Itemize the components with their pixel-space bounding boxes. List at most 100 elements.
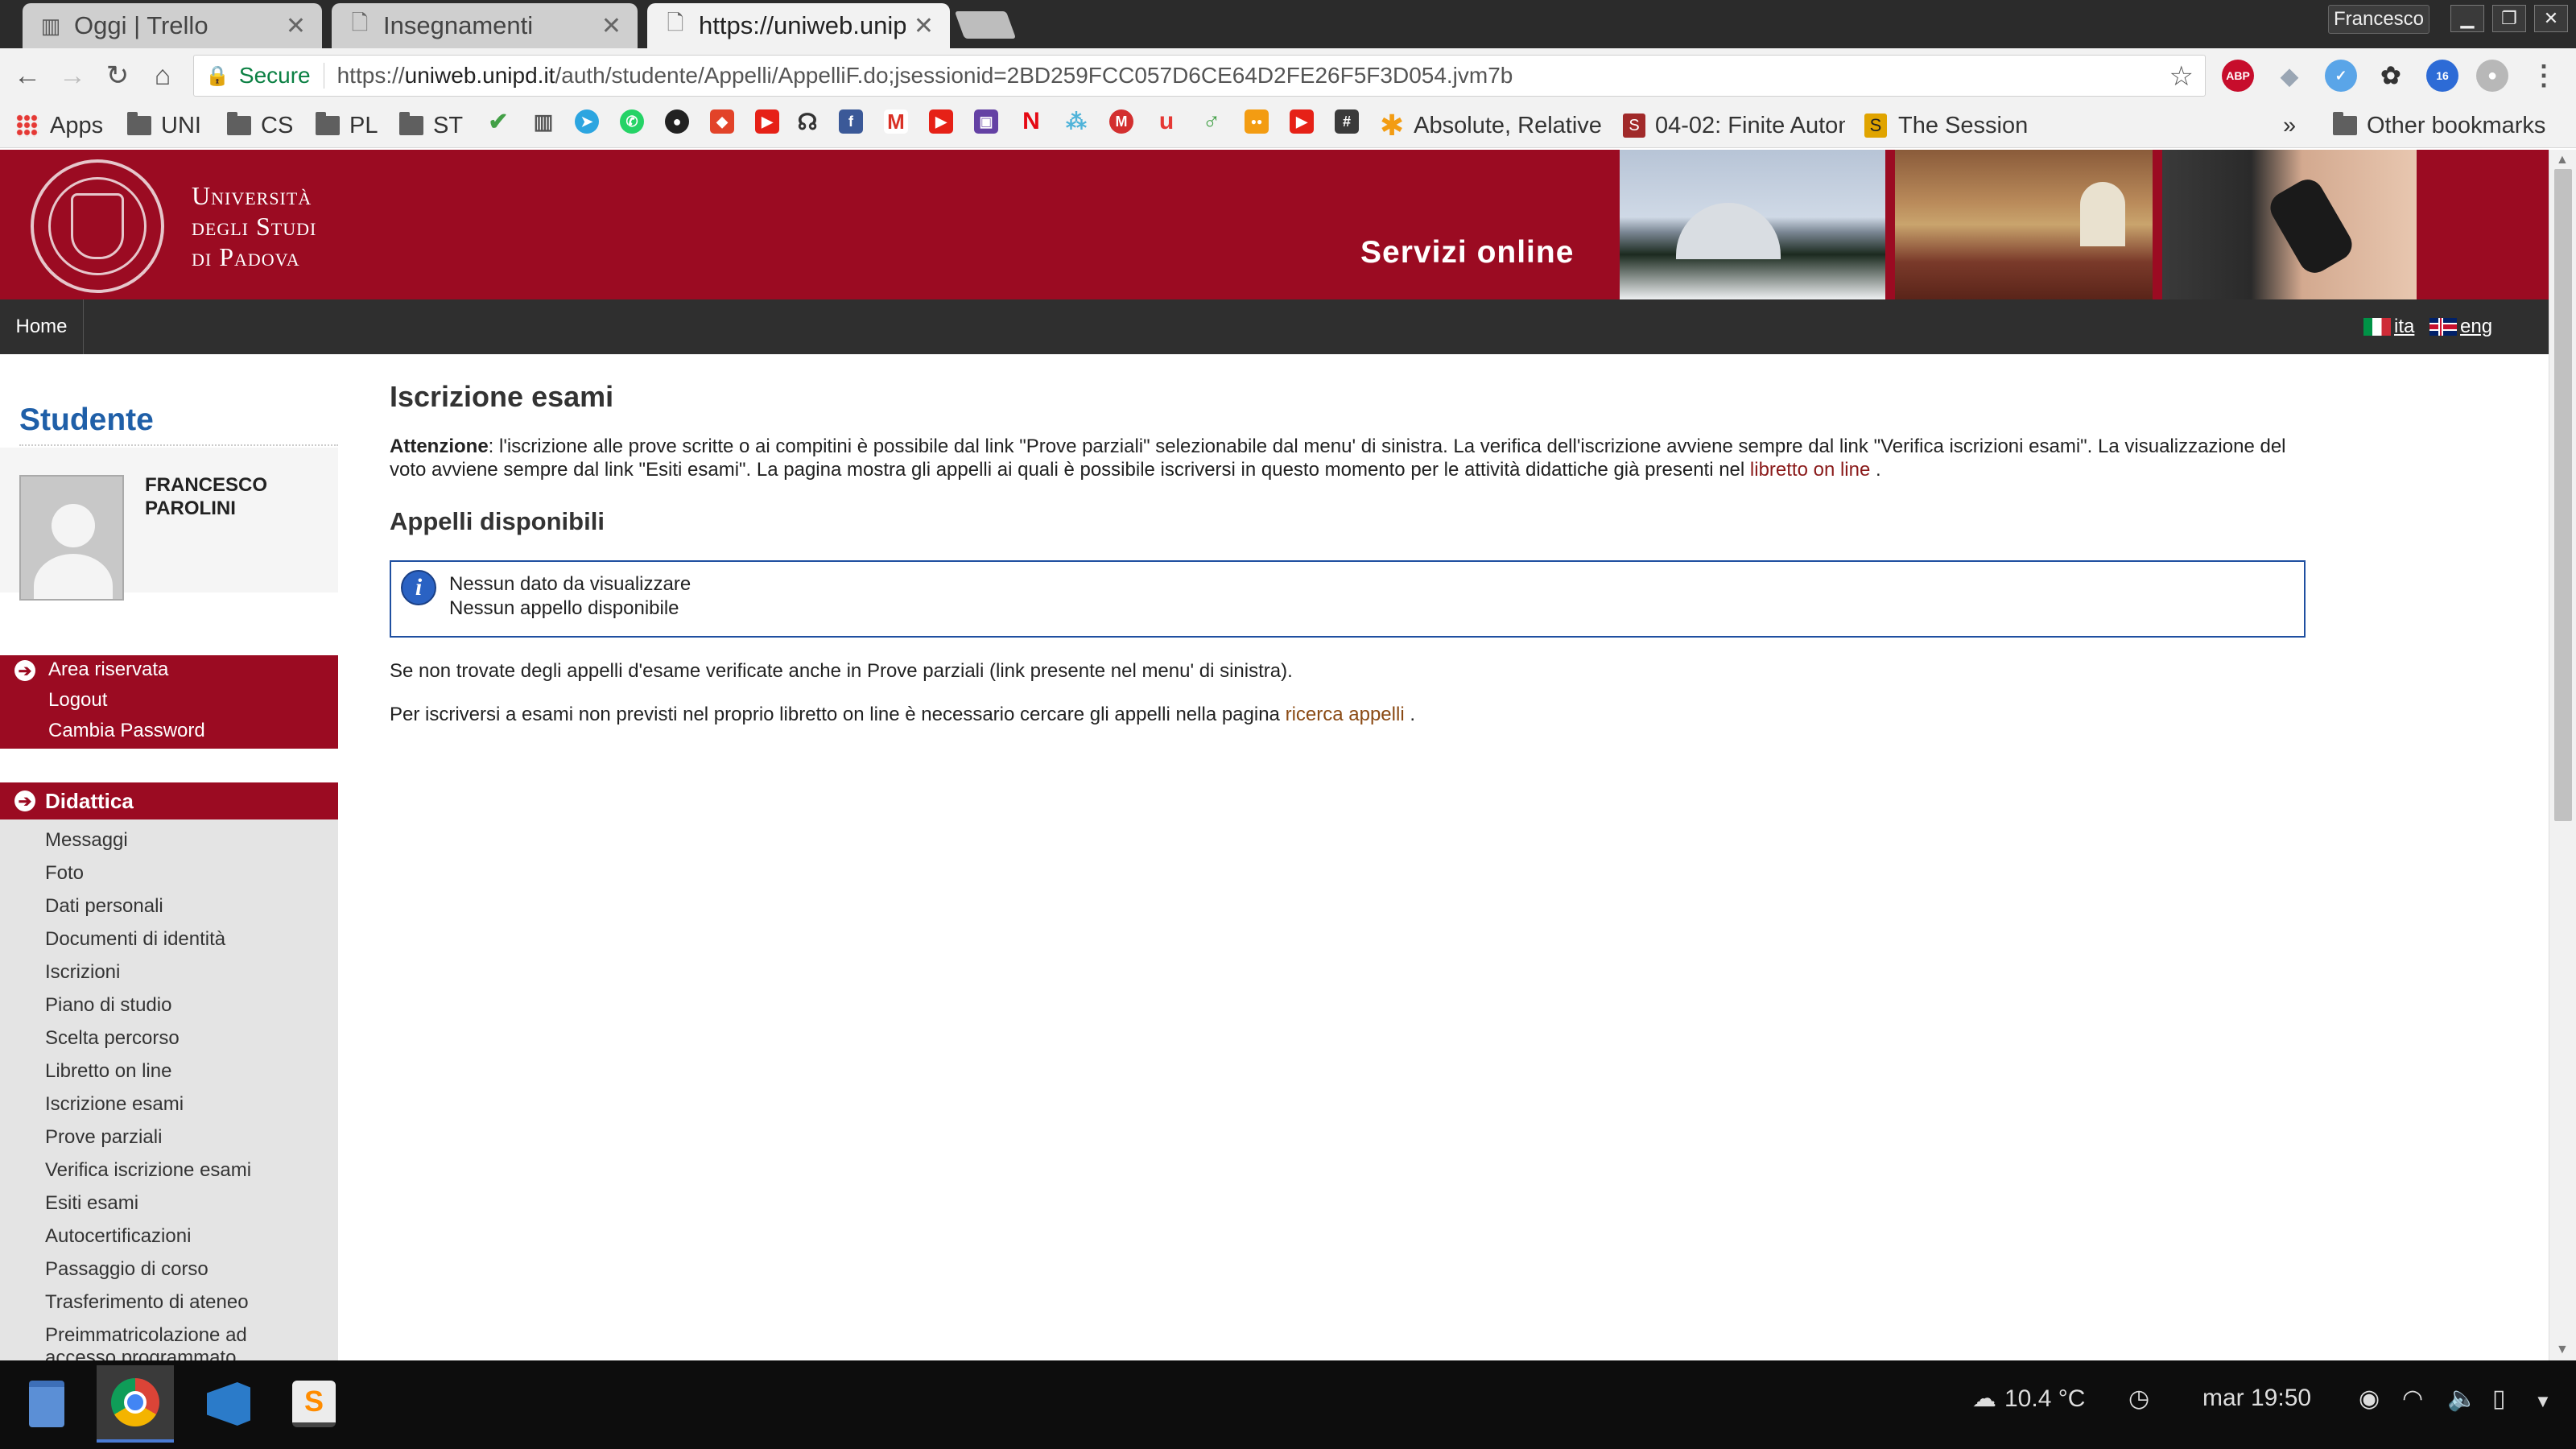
sidebar-item-esiti-esami[interactable]: Esiti esami: [45, 1192, 138, 1215]
reload-icon[interactable]: ↻: [101, 60, 134, 92]
close-window-icon[interactable]: ✕: [2534, 5, 2568, 32]
volume-icon[interactable]: 🔈: [2447, 1385, 2477, 1413]
bookmark-absolute-relative[interactable]: ✱ Absolute, Relative: [1380, 109, 1615, 142]
sidebar-item-iscrizioni[interactable]: Iscrizioni: [45, 961, 120, 984]
battery-icon[interactable]: ▯: [2492, 1385, 2506, 1413]
menu-dots-icon[interactable]: ⋮: [2528, 60, 2560, 92]
sidebar-item-passaggio-di-corso[interactable]: Passaggio di corso: [45, 1258, 208, 1281]
leaf-icon[interactable]: ♂: [1199, 108, 1224, 134]
headphones-icon[interactable]: ☊: [795, 109, 819, 134]
home-icon[interactable]: ⌂: [147, 60, 179, 92]
u-red-icon[interactable]: u: [1154, 108, 1179, 134]
tab-uniweb[interactable]: 🗋 https://uniweb.unipd.it/auth/studente/…: [647, 3, 950, 48]
nav-home-link[interactable]: Home: [0, 299, 84, 354]
bookmark-the-session[interactable]: S The Session: [1864, 109, 2028, 142]
back-arrow-icon[interactable]: ←: [11, 60, 43, 92]
github-icon[interactable]: ●: [665, 109, 689, 134]
address-bar[interactable]: 🔒 Secure https://uniweb.unipd.it/auth/st…: [193, 55, 2206, 97]
new-tab-button[interactable]: [954, 11, 1017, 39]
sidebar-item-iscrizione-esami[interactable]: Iscrizione esami: [45, 1093, 184, 1116]
bookmark-star-icon[interactable]: ☆: [2169, 60, 2194, 93]
sublime-app-icon[interactable]: S: [275, 1365, 353, 1443]
close-icon[interactable]: ✕: [601, 12, 621, 40]
sidebar-item-verifica-iscrizione[interactable]: Verifica iscrizione esami: [45, 1159, 251, 1182]
network-icon[interactable]: ⁂: [1064, 109, 1088, 134]
youtube-icon[interactable]: ▶: [929, 109, 953, 134]
wifi-icon[interactable]: ◠: [2402, 1385, 2423, 1413]
whatsapp-icon[interactable]: ✆: [620, 109, 644, 134]
sidebar-item-trasferimento[interactable]: Trasferimento di ateneo: [45, 1291, 249, 1314]
hash-icon[interactable]: #: [1335, 109, 1359, 134]
youtube-icon[interactable]: ▶: [1290, 109, 1314, 134]
sidebar-item-documenti[interactable]: Documenti di identità: [45, 928, 225, 951]
forward-arrow-icon[interactable]: →: [56, 60, 89, 92]
bookmark-folder-uni[interactable]: UNI: [127, 109, 201, 142]
tab-trello[interactable]: ▥ Oggi | Trello ✕: [23, 3, 322, 48]
twitch-icon[interactable]: ▣: [974, 109, 998, 134]
clock-text[interactable]: mar 19:50: [2202, 1385, 2311, 1412]
sidebar-item-cambia-password[interactable]: Cambia Password: [48, 720, 205, 742]
ricerca-appelli-link[interactable]: ricerca appelli: [1286, 704, 1405, 725]
bookmark-folder-st[interactable]: ST: [399, 109, 463, 142]
sidebar-item-autocertificazioni[interactable]: Autocertificazioni: [45, 1225, 191, 1248]
sidebar-item-piano-di-studio[interactable]: Piano di studio: [45, 994, 171, 1017]
sidebar-item-area-riservata[interactable]: Area riservata: [48, 658, 168, 681]
vscode-app-icon[interactable]: [190, 1365, 267, 1443]
youtube-icon[interactable]: ▶: [755, 109, 779, 134]
feedly-icon[interactable]: ✓: [2325, 60, 2357, 92]
clock-icon[interactable]: ◷: [2128, 1385, 2149, 1413]
dropbox-icon[interactable]: ◆: [2273, 60, 2306, 92]
bookmark-apps[interactable]: Apps: [16, 109, 103, 142]
sidebar-item-foto[interactable]: Foto: [45, 862, 84, 885]
bookmarks-overflow-button[interactable]: »: [2283, 109, 2296, 142]
bookmark-folder-pl[interactable]: PL: [316, 109, 378, 142]
libretto-link[interactable]: libretto on line: [1750, 459, 1870, 481]
book-bookmark-icon[interactable]: ▥: [531, 109, 555, 134]
m-red-icon[interactable]: M: [1109, 109, 1133, 134]
screen: ▥ Oggi | Trello ✕ 🗋 Insegnamenti ✕ 🗋 htt…: [0, 0, 2576, 1449]
checkmark-bookmark-icon[interactable]: ✔: [486, 109, 510, 135]
extension-icon[interactable]: ✿: [2375, 60, 2407, 92]
close-icon[interactable]: ✕: [286, 12, 306, 40]
discord-icon[interactable]: ●: [2476, 60, 2508, 92]
close-icon[interactable]: ✕: [914, 12, 934, 40]
bookmark-label: UNI: [161, 112, 201, 138]
scroll-up-icon[interactable]: ▲: [2556, 153, 2569, 167]
university-seal-logo[interactable]: [31, 159, 164, 293]
chrome-app-icon[interactable]: [97, 1365, 174, 1443]
didattica-header[interactable]: ➔ Didattica: [0, 782, 338, 819]
orange-icon[interactable]: ●●: [1245, 109, 1269, 134]
lang-eng-link[interactable]: eng: [2429, 316, 2492, 338]
page-scrollbar[interactable]: ▲ ▼: [2549, 150, 2576, 1360]
bookmark-finite-automata[interactable]: S 04-02: Finite Automata: [1623, 109, 1845, 142]
gmail-icon[interactable]: M: [884, 109, 908, 134]
tab-title: Oggi | Trello: [74, 11, 208, 39]
sidebar-item-scelta-percorso[interactable]: Scelta percorso: [45, 1027, 180, 1050]
minimize-icon[interactable]: ▁: [2450, 5, 2484, 32]
chevron-down-icon[interactable]: ▼: [2534, 1391, 2552, 1412]
record-icon[interactable]: ◉: [2359, 1385, 2380, 1413]
sidebar-item-dati-personali[interactable]: Dati personali: [45, 895, 163, 918]
scroll-down-icon[interactable]: ▼: [2556, 1343, 2569, 1357]
adblock-plus-icon[interactable]: ABP: [2222, 60, 2254, 92]
facebook-icon[interactable]: f: [839, 109, 863, 134]
gitlab-icon[interactable]: ◆: [710, 109, 734, 134]
settings-extension-icon[interactable]: 16: [2426, 60, 2458, 92]
sidebar-item-messaggi[interactable]: Messaggi: [45, 829, 128, 852]
restore-icon[interactable]: ❐: [2492, 5, 2526, 32]
stanford-icon: S: [1623, 114, 1645, 138]
files-app-icon[interactable]: [8, 1365, 85, 1443]
bookmark-other-bookmarks[interactable]: Other bookmarks: [2333, 109, 2545, 142]
weather-indicator[interactable]: ☁ 10.4 °C: [1972, 1385, 2085, 1413]
sidebar-item-prove-parziali[interactable]: Prove parziali: [45, 1126, 162, 1149]
netflix-icon[interactable]: N: [1019, 108, 1043, 134]
lang-ita-link[interactable]: ita: [2363, 316, 2414, 338]
sidebar-item-libretto[interactable]: Libretto on line: [45, 1060, 171, 1083]
folder-icon: [227, 112, 251, 135]
sidebar-item-logout[interactable]: Logout: [48, 689, 107, 712]
scrollbar-thumb[interactable]: [2554, 169, 2572, 821]
tab-insegnamenti[interactable]: 🗋 Insegnamenti ✕: [332, 3, 638, 48]
profile-button[interactable]: Francesco: [2328, 5, 2429, 34]
telegram-icon[interactable]: ➤: [575, 109, 599, 134]
bookmark-folder-cs[interactable]: CS: [227, 109, 293, 142]
